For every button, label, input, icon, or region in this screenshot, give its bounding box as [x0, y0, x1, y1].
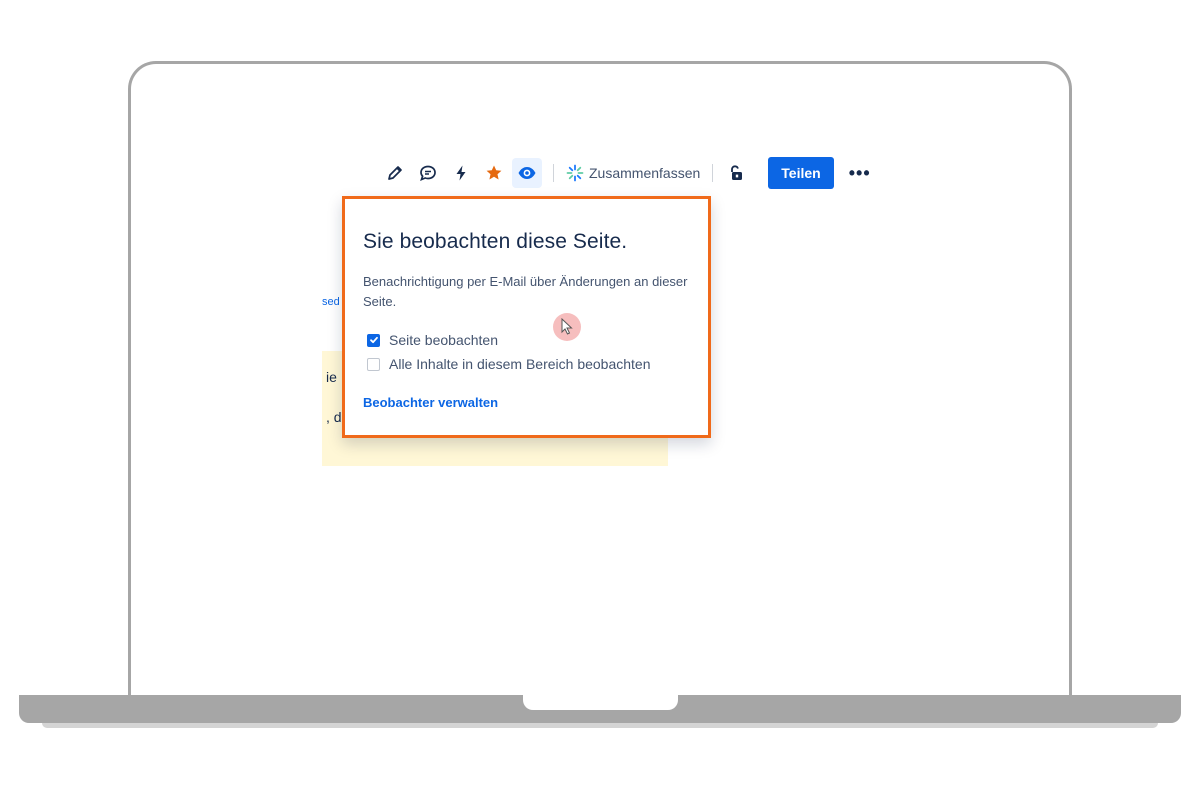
- comment-button[interactable]: [413, 158, 443, 188]
- toolbar-divider-2: [712, 164, 714, 182]
- popup-title: Sie beobachten diese Seite.: [363, 230, 628, 253]
- lightning-icon: [456, 165, 466, 181]
- note-text-line: , d: [326, 409, 342, 425]
- watch-button[interactable]: [512, 158, 542, 188]
- more-actions-button[interactable]: •••: [844, 157, 876, 189]
- toolbar-divider: [553, 164, 554, 182]
- summarize-button[interactable]: Zusammenfassen: [562, 164, 704, 182]
- cursor-arrow-icon: [561, 318, 573, 335]
- eye-icon: [518, 167, 536, 179]
- watch-popup: Sie beobachten diese Seite. Benachrichti…: [342, 196, 711, 438]
- restrictions-button[interactable]: [721, 158, 751, 188]
- laptop-notch: [523, 695, 678, 710]
- watch-page-option[interactable]: Seite beobachten: [367, 332, 498, 348]
- pencil-icon: [388, 166, 402, 180]
- note-text-line: ie: [326, 369, 337, 385]
- watch-space-checkbox[interactable]: [367, 357, 380, 371]
- background-link-fragment[interactable]: sed: [322, 296, 340, 308]
- edit-button[interactable]: [380, 158, 410, 188]
- watch-page-checkbox[interactable]: [367, 333, 380, 347]
- mouse-cursor: [553, 313, 581, 341]
- star-button[interactable]: [479, 158, 509, 188]
- laptop-base-shadow: [42, 723, 1158, 728]
- share-label: Teilen: [781, 165, 821, 181]
- summarize-label: Zusammenfassen: [589, 165, 701, 181]
- unlock-icon: [731, 165, 743, 180]
- more-icon: •••: [848, 162, 871, 183]
- watch-space-label: Alle Inhalte in diesem Bereich beobachte…: [389, 356, 651, 372]
- page-toolbar: Zusammenfassen Teilen •••: [380, 156, 876, 190]
- manage-watchers-link[interactable]: Beobachter verwalten: [363, 395, 498, 410]
- sparkle-icon: [566, 164, 584, 182]
- star-icon: [486, 165, 502, 180]
- popup-description: Benachrichtigung per E-Mail über Änderun…: [363, 274, 688, 309]
- watch-page-label: Seite beobachten: [389, 332, 498, 348]
- comment-icon: [420, 165, 436, 181]
- watch-space-option[interactable]: Alle Inhalte in diesem Bereich beobachte…: [367, 356, 651, 372]
- automation-button[interactable]: [446, 158, 476, 188]
- screenshot-stage: Zusammenfassen Teilen ••• sed ie , d Sie…: [0, 0, 1200, 790]
- share-button[interactable]: Teilen: [768, 157, 834, 189]
- checkmark-icon: [369, 336, 378, 344]
